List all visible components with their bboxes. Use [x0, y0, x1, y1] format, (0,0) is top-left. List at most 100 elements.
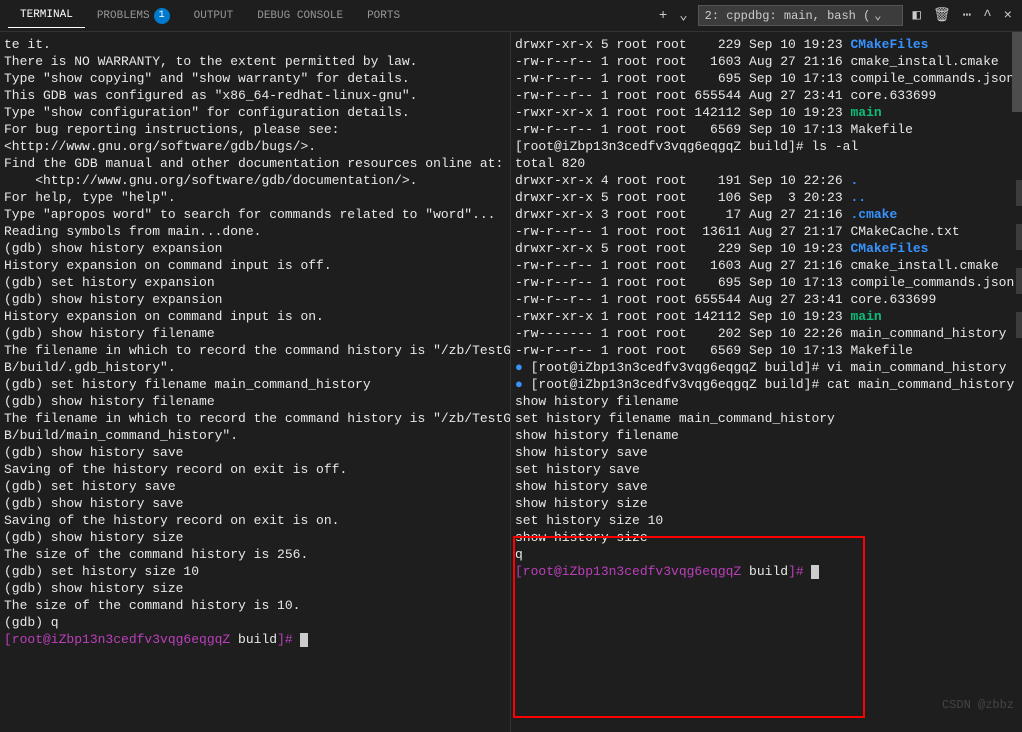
terminal-pane-right[interactable]: drwxr-xr-x 5 root root 229 Sep 10 19:23 …: [511, 32, 1022, 732]
terminal-line: Saving of the history record on exit is …: [4, 512, 506, 529]
tab-ports-label: PORTS: [367, 10, 400, 22]
panel-tabbar: TERMINAL PROBLEMS 1 OUTPUT DEBUG CONSOLE…: [0, 0, 1022, 32]
terminal-line: Reading symbols from main...done.: [4, 223, 506, 240]
tab-debug-label: DEBUG CONSOLE: [257, 10, 343, 22]
terminal-line: set history filename main_command_histor…: [515, 410, 1018, 427]
tab-terminal-label: TERMINAL: [20, 9, 73, 21]
more-actions-icon[interactable]: ⋯: [961, 5, 973, 26]
terminal-line: Find the GDB manual and other documentat…: [4, 155, 506, 172]
terminal-line: -rw-r--r-- 1 root root 6569 Sep 10 17:13…: [515, 121, 1018, 138]
terminal-line: B/build/.gdb_history".: [4, 359, 506, 376]
terminal-line: -rw-r--r-- 1 root root 6569 Sep 10 17:13…: [515, 342, 1018, 359]
terminal-line: The filename in which to record the comm…: [4, 342, 506, 359]
scrollbar[interactable]: [1012, 32, 1022, 112]
strip-item[interactable]: [1016, 180, 1022, 206]
right-sidebar-strip: [1016, 180, 1022, 338]
tab-debug-console[interactable]: DEBUG CONSOLE: [245, 4, 355, 28]
new-terminal-icon[interactable]: +: [657, 6, 669, 26]
terminal-line: ● [root@iZbp13n3cedfv3vqg6eqgqZ build]# …: [515, 359, 1018, 376]
terminal-line: drwxr-xr-x 5 root root 229 Sep 10 19:23 …: [515, 240, 1018, 257]
terminal-line: drwxr-xr-x 5 root root 229 Sep 10 19:23 …: [515, 36, 1018, 53]
terminal-line: q: [515, 546, 1018, 563]
terminal-line: ● [root@iZbp13n3cedfv3vqg6eqgqZ build]# …: [515, 376, 1018, 393]
chevron-down-icon: ⌄: [874, 8, 881, 23]
terminal-line: (gdb) show history expansion: [4, 291, 506, 308]
terminal-line: drwxr-xr-x 5 root root 106 Sep 3 20:23 .…: [515, 189, 1018, 206]
terminal-line: -rw-r--r-- 1 root root 655544 Aug 27 23:…: [515, 87, 1018, 104]
terminal-line: -rw-r--r-- 1 root root 655544 Aug 27 23:…: [515, 291, 1018, 308]
terminal-line: -rwxr-xr-x 1 root root 142112 Sep 10 19:…: [515, 308, 1018, 325]
terminal-line: <http://www.gnu.org/software/gdb/documen…: [4, 172, 506, 189]
terminal-line: -rw-r--r-- 1 root root 1603 Aug 27 21:16…: [515, 53, 1018, 70]
terminal-line: show history filename: [515, 427, 1018, 444]
cursor: [300, 633, 308, 647]
terminal-line: (gdb) set history filename main_command_…: [4, 376, 506, 393]
terminal-line: (gdb) show history save: [4, 495, 506, 512]
terminal-line: -rw-r--r-- 1 root root 695 Sep 10 17:13 …: [515, 274, 1018, 291]
watermark: CSDN @zbbz: [942, 698, 1014, 712]
terminal-line: History expansion on command input is on…: [4, 308, 506, 325]
tab-output-label: OUTPUT: [194, 10, 234, 22]
terminal-line: B/build/main_command_history".: [4, 427, 506, 444]
tab-terminal[interactable]: TERMINAL: [8, 3, 85, 28]
terminal-line: (gdb) show history filename: [4, 325, 506, 342]
terminal-line: -rw-r--r-- 1 root root 1603 Aug 27 21:16…: [515, 257, 1018, 274]
terminal-line: set history size 10: [515, 512, 1018, 529]
tab-ports[interactable]: PORTS: [355, 4, 412, 28]
terminal-line: This GDB was configured as "x86_64-redha…: [4, 87, 506, 104]
terminal-line: total 820: [515, 155, 1018, 172]
terminal-line: History expansion on command input is of…: [4, 257, 506, 274]
terminal-line: The filename in which to record the comm…: [4, 410, 506, 427]
terminal-line: <http://www.gnu.org/software/gdb/bugs/>.: [4, 138, 506, 155]
terminal-line: For help, type "help".: [4, 189, 506, 206]
shell-prompt: [root@iZbp13n3cedfv3vqg6eqgqZ build]#: [515, 563, 1018, 580]
terminal-line: (gdb) show history size: [4, 529, 506, 546]
terminal-line: (gdb) show history size: [4, 580, 506, 597]
terminal-line: (gdb) set history size 10: [4, 563, 506, 580]
terminal-line: drwxr-xr-x 3 root root 17 Aug 27 21:16 .…: [515, 206, 1018, 223]
terminal-line: (gdb) show history expansion: [4, 240, 506, 257]
modified-indicator-icon: ●: [515, 360, 531, 375]
tab-problems[interactable]: PROBLEMS 1: [85, 2, 182, 30]
terminal-line: There is NO WARRANTY, to the extent perm…: [4, 53, 506, 70]
terminal-line: -rw------- 1 root root 202 Sep 10 22:26 …: [515, 325, 1018, 342]
terminal-line: (gdb) set history save: [4, 478, 506, 495]
terminal-line: show history save: [515, 444, 1018, 461]
terminal-line: (gdb) set history expansion: [4, 274, 506, 291]
close-panel-icon[interactable]: ×: [1002, 6, 1014, 26]
problems-badge: 1: [154, 8, 170, 24]
terminal-line: For bug reporting instructions, please s…: [4, 121, 506, 138]
terminal-line: show history filename: [515, 393, 1018, 410]
terminal-line: show history size: [515, 495, 1018, 512]
terminal-split-container: te it.There is NO WARRANTY, to the exten…: [0, 32, 1022, 732]
terminal-line: show history save: [515, 478, 1018, 495]
terminal-line: The size of the command history is 256.: [4, 546, 506, 563]
terminal-line: (gdb) show history save: [4, 444, 506, 461]
tab-problems-label: PROBLEMS: [97, 10, 150, 22]
strip-item[interactable]: [1016, 268, 1022, 294]
terminal-line: The size of the command history is 10.: [4, 597, 506, 614]
terminal-session-picker[interactable]: 2: cppdbg: main, bash ( ⌄: [698, 5, 903, 26]
terminal-pane-left[interactable]: te it.There is NO WARRANTY, to the exten…: [0, 32, 511, 732]
terminal-line: Saving of the history record on exit is …: [4, 461, 506, 478]
strip-item[interactable]: [1016, 312, 1022, 338]
kill-terminal-icon[interactable]: 🗑: [931, 5, 953, 26]
maximize-panel-icon[interactable]: ^: [981, 6, 993, 26]
session-label: 2: cppdbg: main, bash (: [705, 9, 871, 23]
terminal-line: Type "apropos word" to search for comman…: [4, 206, 506, 223]
shell-prompt: [root@iZbp13n3cedfv3vqg6eqgqZ build]#: [4, 631, 506, 648]
new-terminal-dropdown-icon[interactable]: ⌄: [677, 5, 689, 26]
terminal-line: show history size: [515, 529, 1018, 546]
terminal-line: [root@iZbp13n3cedfv3vqg6eqgqZ build]# ls…: [515, 138, 1018, 155]
terminal-line: (gdb) q: [4, 614, 506, 631]
terminal-line: -rw-r--r-- 1 root root 13611 Aug 27 21:1…: [515, 223, 1018, 240]
terminal-toolbar: + ⌄ 2: cppdbg: main, bash ( ⌄ ◧ 🗑 ⋯ ^ ×: [657, 5, 1014, 26]
terminal-line: -rw-r--r-- 1 root root 695 Sep 10 17:13 …: [515, 70, 1018, 87]
cursor: [811, 565, 819, 579]
terminal-line: Type "show copying" and "show warranty" …: [4, 70, 506, 87]
strip-item[interactable]: [1016, 224, 1022, 250]
terminal-line: set history save: [515, 461, 1018, 478]
split-terminal-icon[interactable]: ◧: [911, 5, 923, 26]
terminal-line: te it.: [4, 36, 506, 53]
tab-output[interactable]: OUTPUT: [182, 4, 246, 28]
